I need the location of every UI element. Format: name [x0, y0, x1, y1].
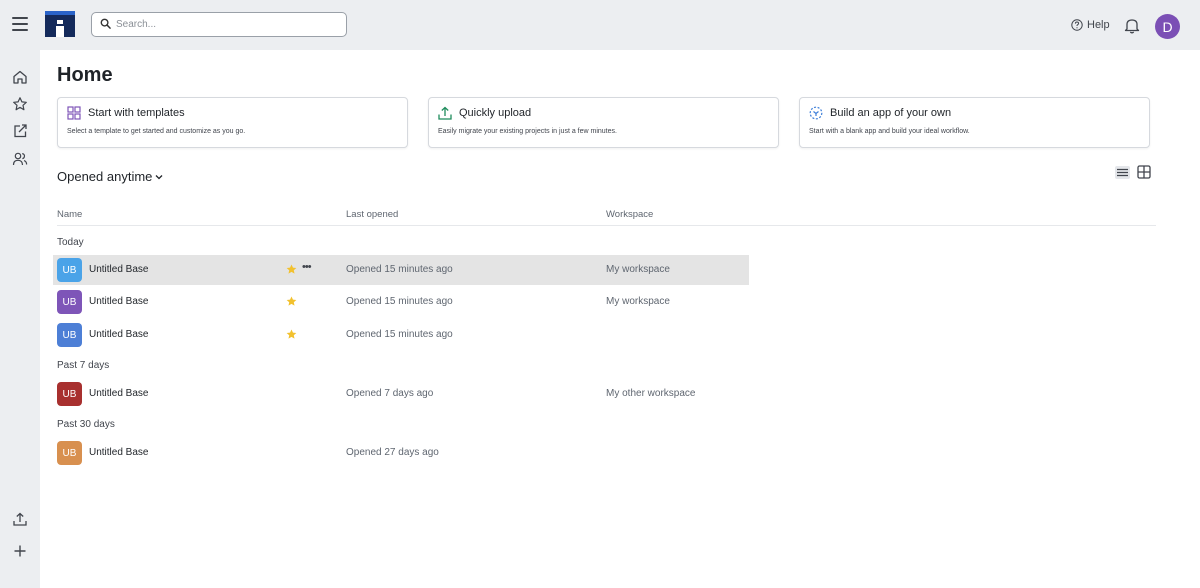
card-description: Start with a blank app and build your id…: [809, 128, 970, 135]
help-button[interactable]: Help: [1071, 19, 1110, 31]
base-name: Untitled Base: [89, 388, 149, 399]
start-with-templates-card[interactable]: Start with templates Select a template t…: [57, 97, 408, 148]
users-icon[interactable]: [12, 151, 28, 167]
group-label-today: Today: [57, 237, 84, 248]
user-avatar[interactable]: D: [1155, 14, 1180, 39]
build-app-icon: [809, 106, 823, 120]
group-label-past-30-days: Past 30 days: [57, 419, 115, 430]
home-icon[interactable]: [12, 69, 28, 85]
table-row[interactable]: UB Untitled Base Opened 15 minutes ago M…: [53, 287, 749, 317]
base-badge: UB: [57, 258, 82, 282]
last-opened: Opened 7 days ago: [346, 388, 434, 399]
last-opened: Opened 15 minutes ago: [346, 264, 453, 275]
star-icon[interactable]: [12, 96, 28, 112]
build-app-card[interactable]: Build an app of your own Start with a bl…: [799, 97, 1150, 148]
starred-icon[interactable]: [286, 264, 297, 275]
search-input[interactable]: [116, 16, 336, 33]
base-badge: UB: [57, 290, 82, 314]
table-row[interactable]: UB Untitled Base Opened 27 days ago: [53, 438, 749, 468]
top-bar: Help D: [0, 0, 1200, 50]
bell-icon[interactable]: [1124, 17, 1140, 34]
workspace-name: My workspace: [606, 264, 670, 275]
base-name: Untitled Base: [89, 329, 149, 340]
plus-icon[interactable]: [12, 543, 28, 559]
app-logo[interactable]: [45, 11, 75, 37]
workspace-name: My workspace: [606, 296, 670, 307]
group-label-past-7-days: Past 7 days: [57, 360, 110, 371]
base-badge: UB: [57, 441, 82, 465]
quickly-upload-card[interactable]: Quickly upload Easily migrate your exist…: [428, 97, 779, 148]
column-header-last-opened[interactable]: Last opened: [346, 209, 398, 220]
list-view-icon[interactable]: [1115, 166, 1130, 179]
column-header-name[interactable]: Name: [57, 209, 82, 220]
card-title: Start with templates: [88, 107, 185, 119]
base-name: Untitled Base: [89, 264, 149, 275]
starred-icon[interactable]: [286, 296, 297, 307]
chevron-down-icon: [155, 174, 163, 179]
starred-icon[interactable]: [286, 329, 297, 340]
base-badge: UB: [57, 382, 82, 406]
upload-icon[interactable]: [12, 511, 28, 527]
help-label: Help: [1087, 19, 1110, 31]
help-icon: [1071, 19, 1083, 31]
more-options-icon[interactable]: •••: [302, 261, 312, 273]
header-divider: [57, 225, 1156, 226]
table-row[interactable]: UB Untitled Base Opened 7 days ago My ot…: [53, 379, 749, 409]
table-row[interactable]: UB Untitled Base Opened 15 minutes ago: [53, 320, 749, 350]
card-title: Build an app of your own: [830, 107, 952, 119]
main-panel: Home Start with templates Select a templ…: [40, 50, 1200, 588]
table-row[interactable]: UB Untitled Base ••• Opened 15 minutes a…: [53, 255, 749, 285]
search-icon: [100, 18, 111, 29]
upload-icon: [438, 106, 452, 120]
base-badge: UB: [57, 323, 82, 347]
last-opened: Opened 15 minutes ago: [346, 296, 453, 307]
card-description: Select a template to get started and cus…: [67, 128, 246, 135]
card-title: Quickly upload: [459, 107, 532, 119]
search-box: [91, 12, 347, 37]
base-name: Untitled Base: [89, 296, 149, 307]
templates-grid-icon: [67, 106, 81, 120]
card-description: Easily migrate your existing projects in…: [438, 128, 617, 135]
last-opened: Opened 27 days ago: [346, 447, 439, 458]
menu-icon[interactable]: [12, 17, 28, 31]
base-name: Untitled Base: [89, 447, 149, 458]
opened-filter-dropdown[interactable]: Opened anytime: [57, 169, 163, 184]
last-opened: Opened 15 minutes ago: [346, 329, 453, 340]
column-header-workspace[interactable]: Workspace: [606, 209, 653, 220]
page-title: Home: [57, 64, 113, 86]
sidebar: [0, 50, 40, 588]
share-icon[interactable]: [12, 123, 28, 139]
filter-label: Opened anytime: [57, 169, 153, 184]
grid-view-icon[interactable]: [1137, 165, 1151, 179]
workspace-name: My other workspace: [606, 388, 696, 399]
